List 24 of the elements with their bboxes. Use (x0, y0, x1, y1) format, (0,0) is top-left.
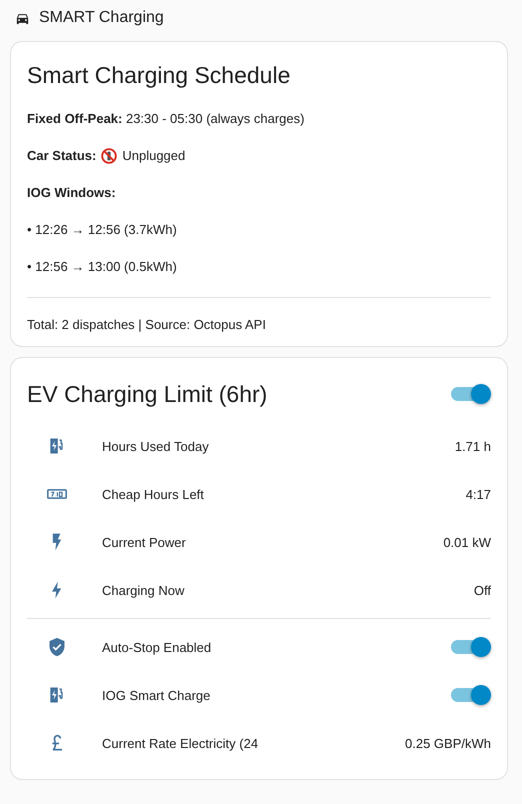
shield-check-icon (47, 637, 67, 657)
unplugged-icon (101, 148, 118, 164)
status-label: Car Status: (27, 148, 96, 163)
schedule-footer: Total: 2 dispatches | Source: Octopus API (27, 298, 491, 332)
page-title: SMART Charging (39, 9, 164, 27)
row-value: 4:17 (466, 486, 491, 502)
schedule-line: • 12:56 → 13:00 (0.5kWh) (27, 259, 178, 276)
row-label: Current Rate Electricity (24 (102, 736, 260, 750)
row-label: Charging Now (102, 582, 186, 598)
card-title: EV Charging Limit (6hr) (27, 380, 268, 408)
row-label: Cheap Hours Left (102, 486, 205, 502)
row-value: Off (474, 582, 491, 598)
schedule-line: • 12:26 → 12:56 (3.7kWh) (27, 222, 178, 239)
schedule-line: Fixed Off-Peak: 23:30 - 05:30 (always charges) (27, 111, 306, 128)
row-label: Auto-Stop Enabled (102, 640, 212, 654)
row-label: IOG Smart Charge (102, 688, 212, 702)
row-label: Current Power (102, 534, 187, 550)
status-value: Unplugged (122, 148, 186, 163)
row-label: Hours Used Today (102, 438, 210, 454)
card-title: Smart Charging Schedule (27, 62, 292, 89)
row-value: 1.71 h (454, 438, 491, 454)
row-value: 0.01 kW (443, 534, 491, 550)
row-value: 0.25 GBP/kWh (405, 736, 491, 750)
schedule-heading: IOG Windows: (27, 185, 117, 202)
